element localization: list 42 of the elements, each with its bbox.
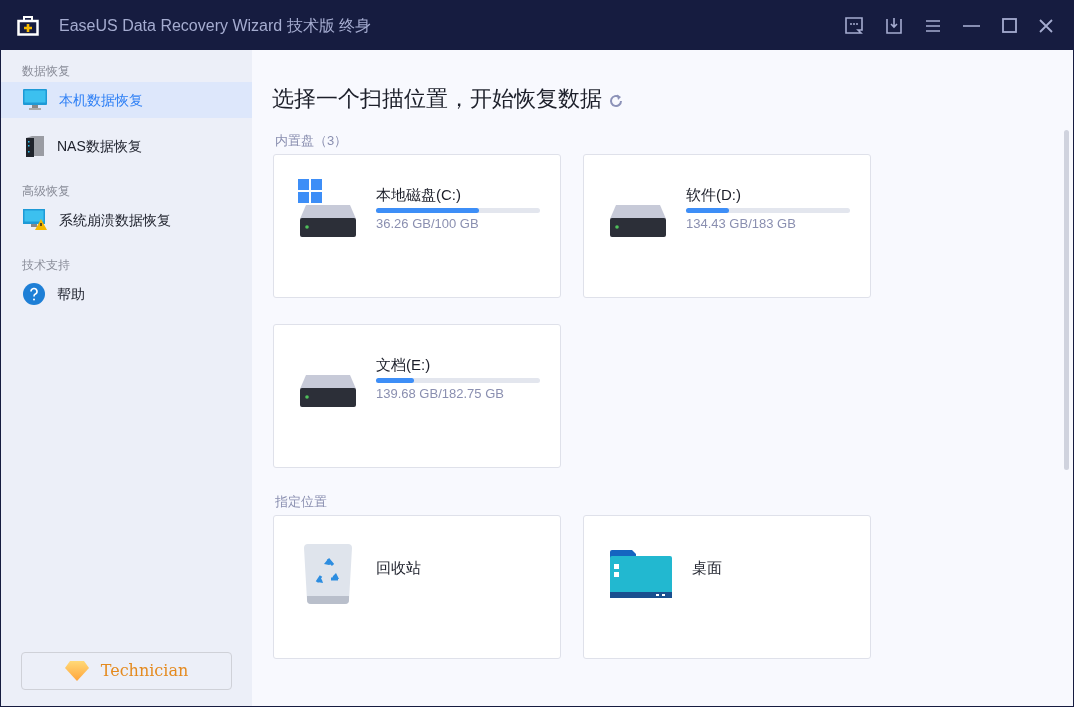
- location-name: 软件(D:): [686, 185, 742, 205]
- feedback-icon[interactable]: [845, 17, 863, 34]
- monitor-warning-icon: [23, 209, 47, 231]
- location-name: 文档(E:): [376, 355, 432, 375]
- refresh-icon[interactable]: [608, 92, 624, 109]
- help-icon: [23, 283, 45, 305]
- location-name: 回收站: [376, 558, 422, 578]
- window-title: EaseUS Data Recovery Wizard 技术版 终身: [59, 15, 372, 36]
- location-card[interactable]: 本地磁盘(C:) 36.26 GB/100 GB: [273, 154, 561, 298]
- location-card[interactable]: 软件(D:) 134.43 GB/183 GB: [583, 154, 871, 298]
- page-heading: 选择一个扫描位置，开始恢复数据: [272, 85, 602, 113]
- section-label: 内置盘（3）: [275, 132, 349, 150]
- section-label: 指定位置: [275, 493, 328, 511]
- location-card[interactable]: 文档(E:) 139.68 GB/182.75 GB: [273, 324, 561, 468]
- section-label: 高级恢复: [21, 183, 71, 200]
- usage-text: 139.68 GB/182.75 GB: [376, 385, 505, 403]
- usage-text: 134.43 GB/183 GB: [686, 215, 797, 233]
- monitor-icon: [23, 89, 47, 111]
- hard-drive-icon: [300, 375, 356, 407]
- sidebar-item[interactable]: 帮助: [1, 276, 252, 312]
- location-name: 本地磁盘(C:): [376, 185, 462, 205]
- hard-drive-icon: [610, 205, 666, 237]
- close-icon[interactable]: [1039, 18, 1053, 33]
- server-icon: [23, 135, 45, 157]
- hard-drive-icon: [300, 205, 356, 237]
- folder-icon: [610, 550, 672, 598]
- download-icon[interactable]: [885, 16, 903, 35]
- section-label: 数据恢复: [21, 63, 71, 80]
- sidebar-item[interactable]: NAS数据恢复: [1, 128, 252, 164]
- usage-text: 36.26 GB/100 GB: [376, 215, 480, 233]
- maximize-icon[interactable]: [1002, 18, 1017, 33]
- minimize-icon[interactable]: [963, 23, 980, 28]
- location-name: 桌面: [692, 558, 723, 578]
- recycle-bin-icon: [302, 544, 354, 604]
- scrollbar[interactable]: [1064, 130, 1069, 470]
- sidebar-item[interactable]: 系统崩溃数据恢复: [1, 202, 252, 238]
- section-label: 技术支持: [21, 257, 71, 274]
- diamond-icon: [64, 661, 89, 681]
- location-card[interactable]: 回收站: [273, 515, 561, 659]
- toolbox-icon: [17, 15, 39, 36]
- menu-icon[interactable]: [925, 18, 941, 33]
- location-card[interactable]: 桌面: [583, 515, 871, 659]
